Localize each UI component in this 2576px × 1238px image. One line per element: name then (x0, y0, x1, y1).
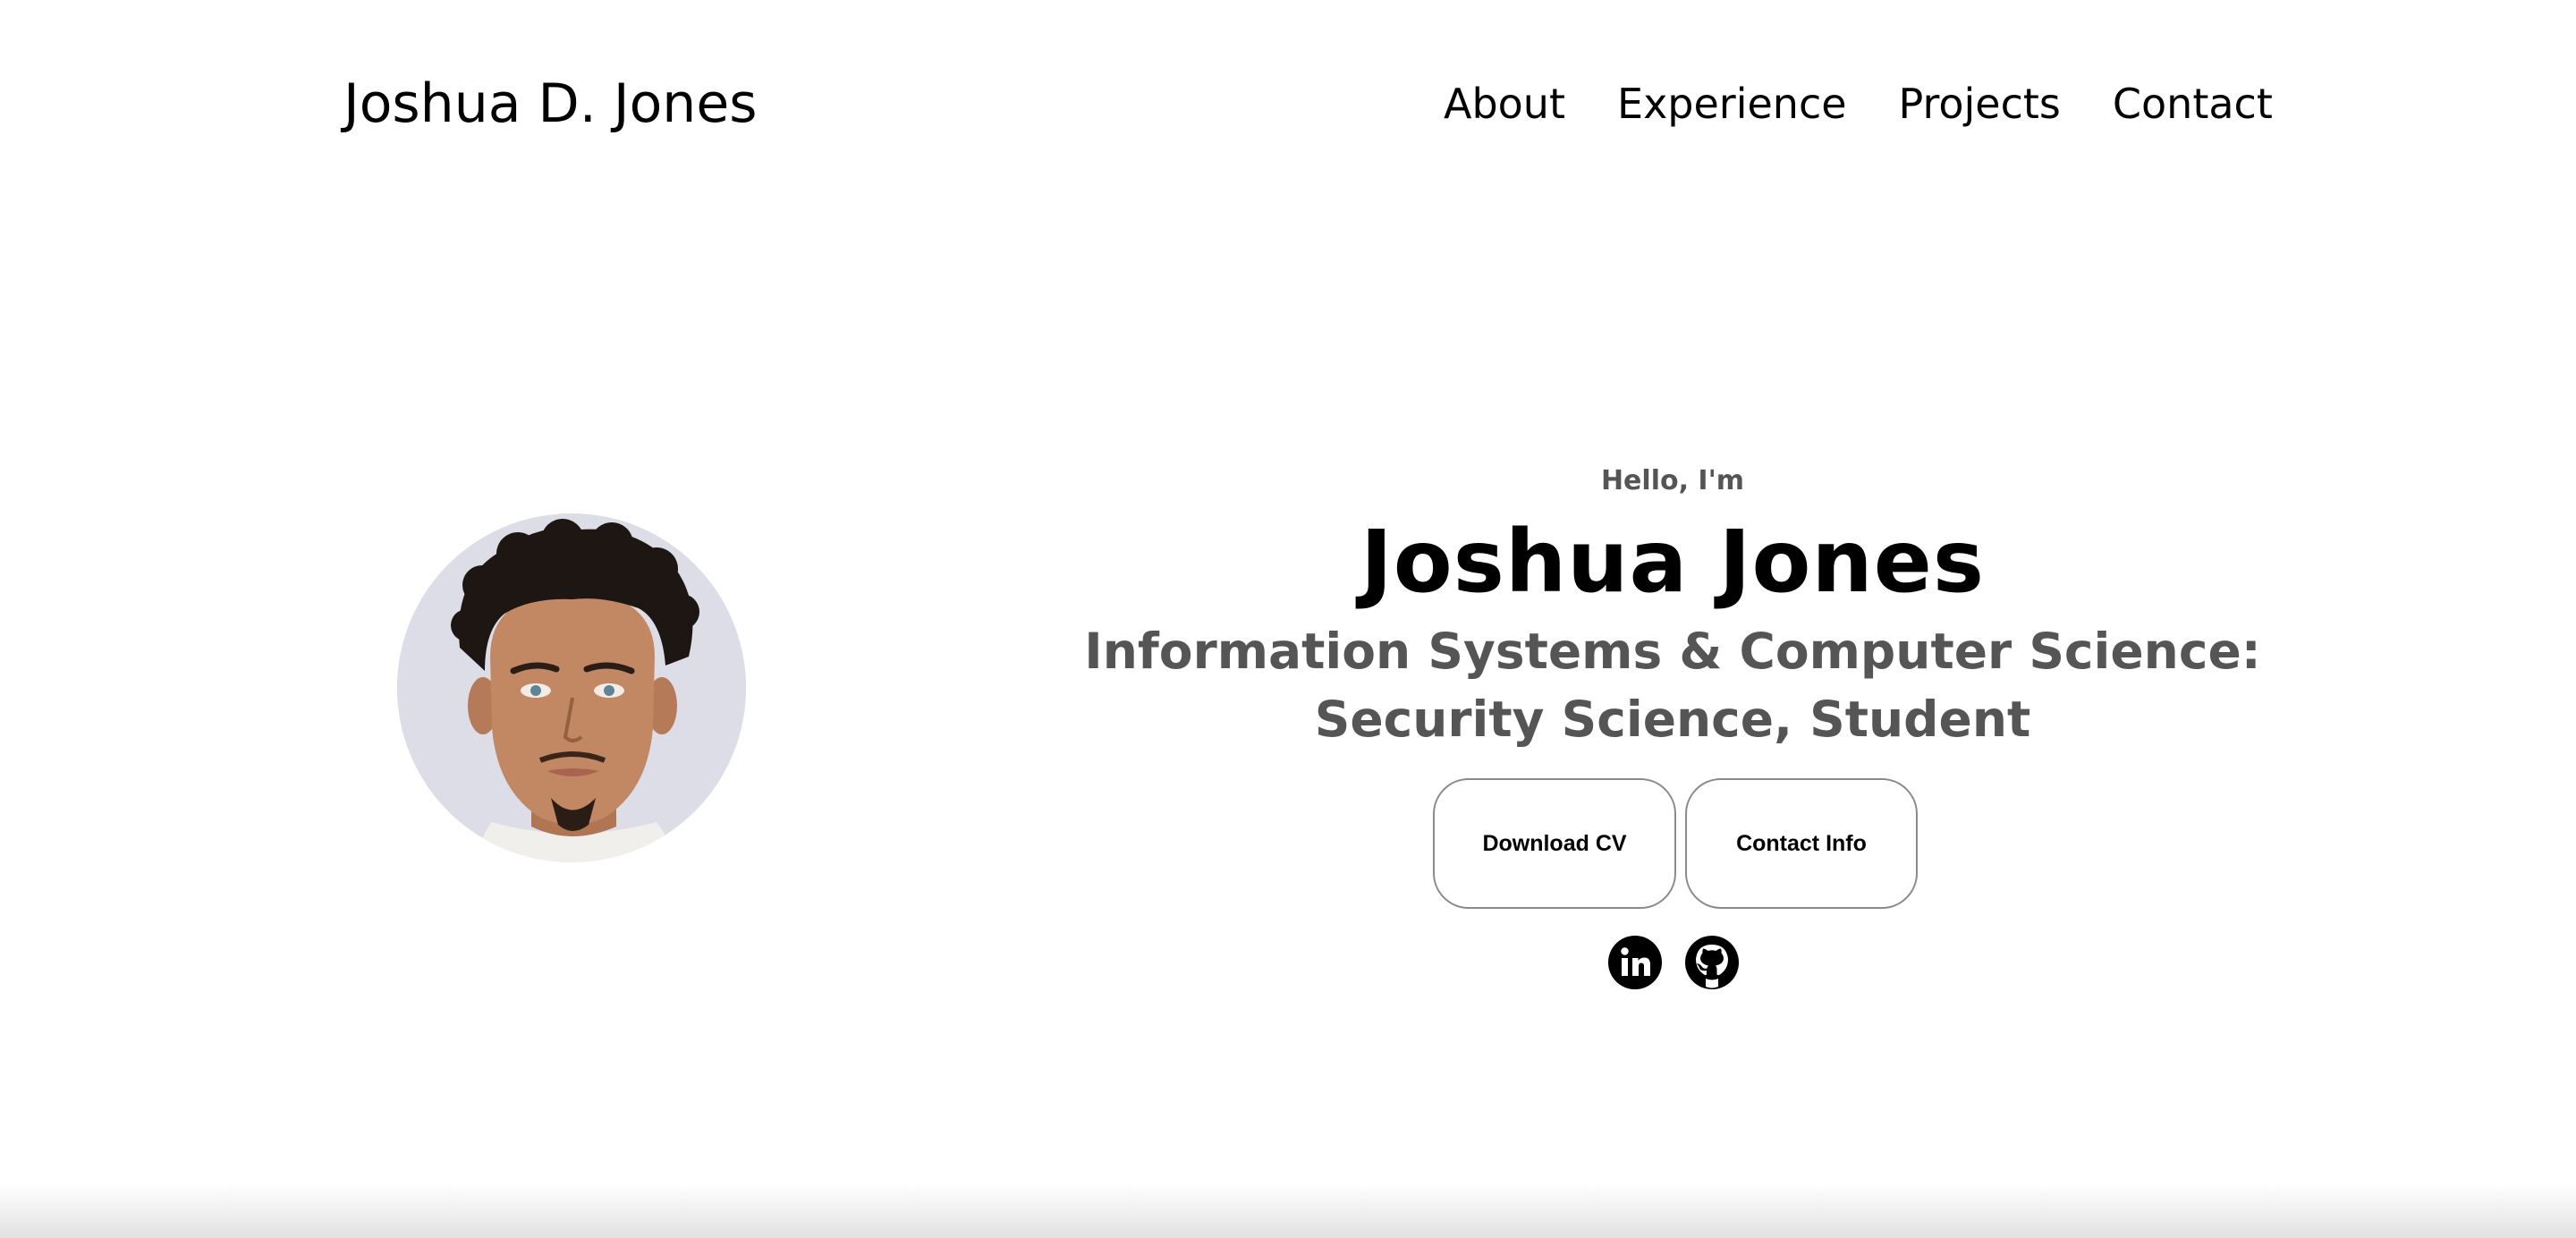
top-navbar: Joshua D. Jones About Experience Project… (0, 0, 2576, 206)
social-links (1608, 936, 1739, 989)
nav-link-contact[interactable]: Contact (2113, 80, 2273, 128)
hero-buttons: Download CV Contact Info (1433, 778, 1918, 909)
portfolio-page: Joshua D. Jones About Experience Project… (0, 0, 2576, 1238)
profile-photo (397, 513, 746, 862)
linkedin-icon[interactable] (1608, 936, 1662, 989)
profile-photo-illustration (397, 513, 746, 862)
bottom-shadow-divider (0, 1184, 2576, 1238)
site-logo[interactable]: Joshua D. Jones (343, 70, 758, 138)
nav-link-projects[interactable]: Projects (1899, 80, 2061, 128)
contact-info-button[interactable]: Contact Info (1685, 778, 1918, 909)
hero-text-block: Hello, I'm Joshua Jones Information Syst… (1046, 454, 2299, 753)
download-cv-button[interactable]: Download CV (1433, 778, 1676, 909)
hero-greeting: Hello, I'm (1600, 465, 1745, 496)
hero-name: Joshua Jones (1360, 512, 1985, 612)
hero-subtitle: Information Systems & Computer Science: … (1084, 623, 2261, 748)
nav-link-experience[interactable]: Experience (1617, 80, 1847, 128)
nav-link-about[interactable]: About (1444, 80, 1565, 128)
nav-links: About Experience Projects Contact (1444, 77, 2273, 131)
github-icon[interactable] (1685, 936, 1739, 989)
